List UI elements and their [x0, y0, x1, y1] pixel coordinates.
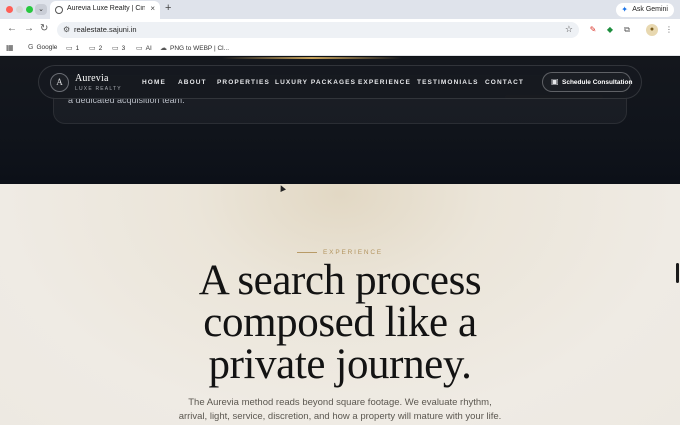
bookmark-folder-1[interactable]: ▭ 1	[66, 44, 79, 52]
folder-icon: ▭	[112, 45, 119, 52]
reload-icon[interactable]: ↻	[40, 23, 48, 34]
cloud-icon: ☁	[160, 45, 167, 52]
pen-extension-icon[interactable]: ✎	[588, 25, 598, 35]
bookmarks-bar: ▦ G Google ▭ 1 ▭ 2 ▭ 3 ▭ AI ☁ PNG to WEBP | Cl…	[0, 41, 680, 56]
tab-search-button[interactable]: ⌄	[35, 4, 47, 15]
folder-icon: ▭	[136, 45, 143, 52]
nav-about[interactable]: ABOUT	[178, 79, 207, 86]
schedule-consultation-label: Schedule Consultation	[562, 79, 633, 86]
browser-toolbar: ← → ↻ ⚙ realestate.sajuni.in ☆ ✎ ◆ ⧉ ● ⋮	[0, 19, 680, 41]
minimize-window-button[interactable]	[16, 6, 23, 13]
headline-line: A search process	[198, 257, 482, 304]
google-icon: G	[28, 44, 34, 51]
gold-accent-line	[222, 57, 402, 59]
eyebrow-rule	[297, 252, 318, 254]
profile-avatar[interactable]: ●	[646, 24, 658, 36]
url-text: realestate.sajuni.in	[74, 25, 137, 34]
browser-tab-active[interactable]: Aurevia Luxe Realty | Cinem ×	[50, 1, 160, 19]
brand-tagline: LUXE REALTY	[75, 86, 122, 92]
body-line: arrival, light, service, discretion, and…	[178, 411, 502, 422]
gemini-sparkle-icon: ✦	[621, 5, 628, 14]
nav-properties[interactable]: PROPERTIES	[217, 79, 270, 86]
folder-icon: ▭	[89, 45, 96, 52]
forward-arrow-icon[interactable]: →	[24, 23, 34, 34]
apps-grid-icon[interactable]: ▦	[6, 43, 14, 52]
bookmark-folder-2[interactable]: ▭ 2	[89, 44, 102, 52]
dark-hero-section: a dedicated acquisition team. A Aurevia …	[0, 57, 680, 184]
bookmark-folder-3[interactable]: ▭ 3	[112, 44, 125, 52]
nav-home[interactable]: HOME	[142, 79, 166, 86]
headline-line: private journey.	[208, 341, 472, 388]
section-body: The Aurevia method reads beyond square f…	[140, 396, 540, 424]
browser-tab-bar: ⌄ Aurevia Luxe Realty | Cinem × + ✦ Ask …	[0, 0, 680, 19]
nav-testimonials[interactable]: TESTIMONIALS	[417, 79, 479, 86]
tab-title: Aurevia Luxe Realty | Cinem	[67, 5, 145, 12]
folder-icon: ▭	[66, 45, 73, 52]
tab-close-button[interactable]: ×	[150, 4, 155, 13]
schedule-consultation-button[interactable]: ▣ Schedule Consultation	[542, 72, 633, 92]
address-bar[interactable]: ⚙ realestate.sajuni.in ☆	[57, 22, 579, 38]
experience-section: EXPERIENCE A search process composed lik…	[0, 184, 680, 425]
bookmark-folder-ai[interactable]: ▭ AI	[136, 44, 152, 52]
extensions-puzzle-icon[interactable]: ⧉	[622, 25, 632, 35]
body-line: The Aurevia method reads beyond square f…	[188, 397, 492, 408]
brand-name[interactable]: Aurevia	[75, 73, 109, 84]
site-navbar: A Aurevia LUXE REALTY HOME ABOUT PROPERT…	[38, 65, 642, 99]
green-extension-icon[interactable]: ◆	[605, 25, 615, 35]
logo-monogram[interactable]: A	[50, 73, 69, 92]
globe-icon	[55, 6, 63, 14]
back-arrow-icon[interactable]: ←	[7, 23, 17, 34]
more-menu-icon[interactable]: ⋮	[664, 25, 674, 35]
section-eyebrow: EXPERIENCE	[323, 249, 383, 257]
new-tab-button[interactable]: +	[165, 2, 171, 14]
nav-luxury-packages[interactable]: LUXURY PACKAGES	[275, 79, 356, 86]
bookmark-png-to-webp[interactable]: ☁ PNG to WEBP | Cl...	[160, 44, 229, 52]
bookmark-star-icon[interactable]: ☆	[565, 24, 573, 35]
nav-experience[interactable]: EXPERIENCE	[358, 79, 411, 86]
maximize-window-button[interactable]	[26, 6, 33, 13]
ask-gemini-button[interactable]: ✦ Ask Gemini	[616, 3, 674, 17]
headline-line: composed like a	[203, 299, 477, 346]
bookmark-google[interactable]: G Google	[28, 44, 57, 51]
ask-gemini-label: Ask Gemini	[632, 6, 668, 13]
section-headline: A search process composed like a private…	[140, 257, 540, 388]
site-info-icon[interactable]: ⚙	[63, 25, 70, 34]
nav-contact[interactable]: CONTACT	[485, 79, 524, 86]
close-window-button[interactable]	[6, 6, 13, 13]
calendar-icon: ▣	[551, 77, 559, 86]
scrollbar-thumb[interactable]	[676, 263, 679, 283]
page-viewport: a dedicated acquisition team. A Aurevia …	[0, 57, 680, 425]
